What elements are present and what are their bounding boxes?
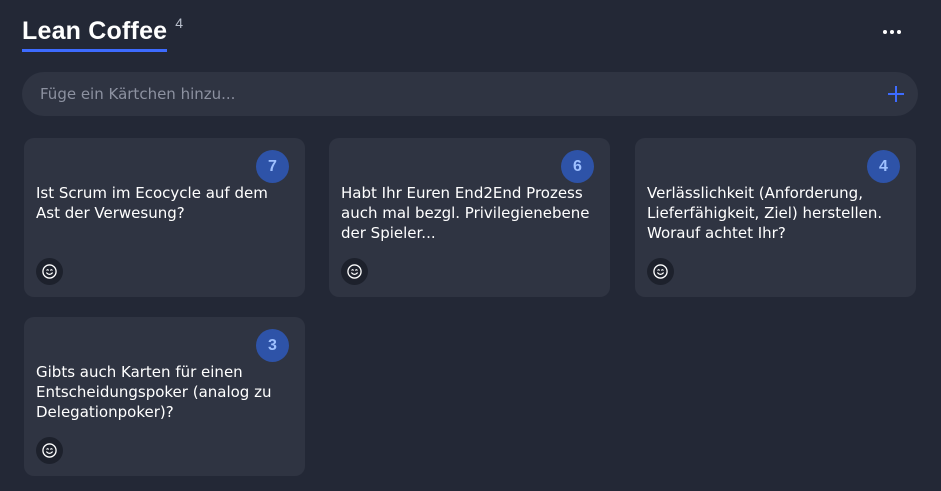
vote-count-badge[interactable]: 4: [867, 150, 900, 183]
smiley-icon: [42, 443, 57, 458]
vote-count-badge[interactable]: 6: [561, 150, 594, 183]
smiley-icon: [42, 264, 57, 279]
plus-icon: [888, 86, 904, 102]
topic-card[interactable]: 6 Habt Ihr Euren End2End Prozess auch ma…: [329, 138, 610, 297]
vote-count-badge[interactable]: 7: [256, 150, 289, 183]
card-count-badge: 4: [175, 15, 184, 31]
add-card-button[interactable]: [874, 72, 918, 116]
card-text: Verlässlichkeit (Anforderung, Lieferfähi…: [647, 184, 883, 242]
more-options-button[interactable]: [878, 22, 906, 42]
reaction-button[interactable]: [341, 258, 368, 285]
topic-card[interactable]: 4 Verlässlichkeit (Anforderung, Lieferfä…: [635, 138, 916, 297]
card-text: Gibts auch Karten für einen Entscheidung…: [36, 363, 272, 421]
smiley-icon: [347, 264, 362, 279]
more-horizontal-icon: [883, 30, 887, 34]
card-text: Habt Ihr Euren End2End Prozess auch mal …: [341, 184, 590, 242]
add-card-bar: [22, 72, 918, 116]
reaction-button[interactable]: [647, 258, 674, 285]
card-text: Ist Scrum im Ecocycle auf dem Ast der Ve…: [36, 184, 268, 222]
topic-card[interactable]: 3 Gibts auch Karten für einen Entscheidu…: [24, 317, 305, 476]
topic-card[interactable]: 7 Ist Scrum im Ecocycle auf dem Ast der …: [24, 138, 305, 297]
board-header: Lean Coffee 4: [22, 14, 183, 52]
vote-count-badge[interactable]: 3: [256, 329, 289, 362]
board-title: Lean Coffee: [22, 14, 168, 52]
reaction-button[interactable]: [36, 258, 63, 285]
smiley-icon: [653, 264, 668, 279]
reaction-button[interactable]: [36, 437, 63, 464]
add-card-input[interactable]: [22, 72, 874, 116]
